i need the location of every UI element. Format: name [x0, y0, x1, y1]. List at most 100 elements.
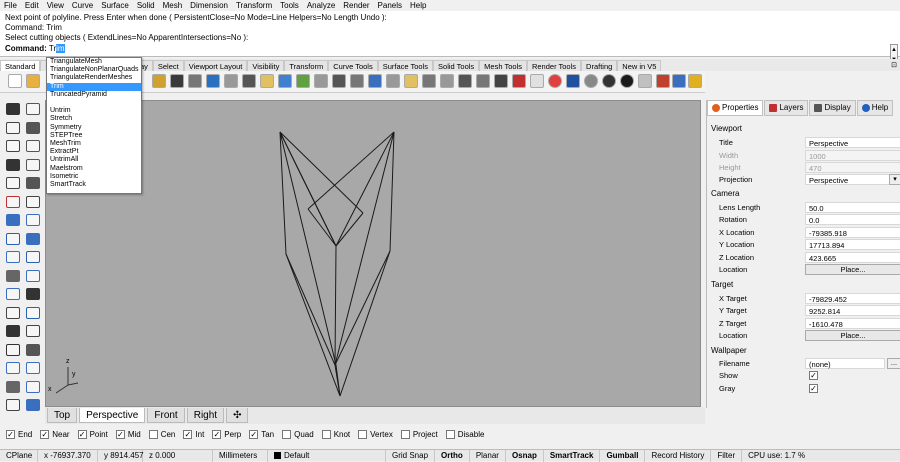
osnap-checkbox[interactable] [445, 429, 455, 439]
extrude-icon[interactable] [26, 214, 40, 226]
osnap-checkbox[interactable] [358, 429, 368, 439]
osnap-checkbox[interactable] [148, 429, 158, 439]
surface-icon[interactable] [6, 232, 20, 245]
tab-standard[interactable]: Standard [0, 60, 41, 71]
y-location-field[interactable]: 17713.894 [805, 239, 900, 250]
properties-icon[interactable] [350, 74, 364, 88]
gray-checkbox[interactable]: ✓ [809, 384, 818, 393]
y-target-field[interactable]: 9252.814 [805, 305, 900, 316]
osnap-checkbox[interactable]: ✓ [40, 429, 50, 439]
menu-item-mesh[interactable]: Mesh [159, 0, 187, 11]
autocomplete-item[interactable]: TriangulateRenderMeshes [47, 74, 141, 82]
rotate-view-icon[interactable] [188, 74, 202, 88]
tab-render-tools[interactable]: Render Tools [526, 60, 582, 71]
gumball-toggle[interactable]: Gumball [600, 449, 646, 462]
light-icon[interactable] [638, 74, 652, 88]
select-icon[interactable] [296, 74, 310, 88]
autocomplete-item[interactable]: Symmetry [47, 124, 141, 132]
rendered-icon[interactable] [530, 74, 544, 88]
material-icon[interactable] [566, 74, 580, 88]
tab-properties[interactable]: Properties [707, 100, 764, 116]
history-icon[interactable] [6, 399, 20, 411]
zoom-icon[interactable] [206, 74, 220, 88]
tab-visibility[interactable]: Visibility [247, 60, 285, 71]
zoom-in-icon[interactable] [422, 74, 436, 88]
tab-transform[interactable]: Transform [284, 60, 329, 71]
menu-item-edit[interactable]: Edit [21, 0, 43, 11]
split-icon[interactable] [26, 288, 40, 300]
osnap-tan[interactable]: ✓ Tan [249, 429, 274, 439]
zoom-window-icon[interactable] [224, 74, 238, 88]
osnap-disable[interactable]: Disable [445, 429, 484, 439]
osnap-quad[interactable]: Quad [282, 429, 314, 439]
planar-toggle[interactable]: Planar [470, 449, 506, 462]
projection-select[interactable]: Perspective [805, 174, 900, 185]
array-icon[interactable] [26, 343, 40, 356]
tab-viewport-layout[interactable]: Viewport Layout [183, 60, 248, 71]
osnap-checkbox[interactable] [282, 429, 292, 439]
tab-new-in-v5[interactable]: New in V5 [617, 60, 662, 71]
perspective-viewport[interactable]: z y x [45, 100, 701, 407]
autocomplete-item[interactable]: STEPTree [47, 132, 141, 140]
menu-item-panels[interactable]: Panels [374, 0, 406, 11]
grid-icon[interactable] [314, 74, 328, 88]
analyze-icon[interactable] [6, 380, 20, 393]
teapot-icon[interactable] [672, 74, 686, 88]
named-views-icon[interactable] [476, 74, 490, 88]
rotate-icon[interactable] [386, 74, 400, 88]
tab-viewport-right[interactable]: Right [186, 408, 225, 423]
text-icon[interactable] [6, 325, 20, 337]
tab-layers[interactable]: Layers [764, 100, 809, 116]
target-place-button[interactable]: Place... [805, 330, 900, 341]
add-viewport-icon[interactable]: ✣ [226, 408, 249, 423]
rotation-field[interactable]: 0.0 [805, 214, 900, 225]
zoom-selected-icon[interactable] [260, 74, 274, 88]
x-target-field[interactable]: -79829.452 [805, 293, 900, 304]
filename-field[interactable]: (none) [805, 358, 885, 369]
rectangle-icon[interactable] [6, 158, 20, 171]
osnap-checkbox[interactable]: ✓ [183, 429, 193, 439]
show-checkbox[interactable]: ✓ [809, 371, 818, 380]
color-wheel-icon[interactable] [548, 74, 562, 88]
tab-display[interactable]: Display [809, 100, 856, 116]
trim-icon[interactable] [6, 306, 20, 319]
arc-icon[interactable] [26, 140, 40, 152]
open-folder-icon[interactable] [26, 74, 40, 88]
menu-item-surface[interactable]: Surface [97, 0, 133, 11]
black-sphere-icon[interactable] [620, 74, 634, 88]
title-field[interactable]: Perspective [805, 137, 900, 148]
transform-icon[interactable] [6, 343, 20, 356]
osnap-checkbox[interactable]: ✓ [115, 429, 125, 439]
status-layer[interactable]: Default [268, 449, 386, 462]
tab-help[interactable]: Help [856, 100, 894, 116]
four-views-icon[interactable] [278, 74, 292, 88]
box-icon[interactable] [6, 214, 20, 226]
osnap-end[interactable]: ✓ End [6, 429, 32, 439]
render-icon[interactable] [26, 380, 40, 393]
dimension-icon[interactable] [26, 325, 40, 337]
osnap-mid[interactable]: ✓ Mid [115, 429, 141, 439]
dark-sphere-icon[interactable] [602, 74, 616, 88]
tab-mesh-tools[interactable]: Mesh Tools [479, 60, 527, 71]
menu-item-analyze[interactable]: Analyze [303, 0, 339, 11]
osnap-perp[interactable]: ✓ Perp [212, 429, 241, 439]
revolve-icon[interactable] [26, 251, 40, 263]
solid-icon[interactable] [26, 269, 40, 282]
z-location-field[interactable]: 423.665 [805, 252, 900, 263]
zoom-out-icon[interactable] [440, 74, 454, 88]
lens-length-field[interactable]: 50.0 [805, 202, 900, 213]
tab-curve-tools[interactable]: Curve Tools [328, 60, 378, 71]
menu-item-render[interactable]: Render [339, 0, 373, 11]
osnap-checkbox[interactable] [321, 429, 331, 439]
offset-icon[interactable] [6, 195, 20, 208]
fillet-icon[interactable] [26, 195, 40, 208]
line-icon[interactable] [26, 121, 40, 134]
osnap-int[interactable]: ✓ Int [183, 429, 204, 439]
autocomplete-item[interactable]: TruncatedPyramid [47, 91, 141, 99]
filter-toggle[interactable]: Filter [711, 449, 743, 462]
point-icon[interactable] [26, 103, 40, 115]
osnap-checkbox[interactable]: ✓ [77, 429, 87, 439]
z-target-field[interactable]: -1610.478 [805, 318, 900, 329]
circle-icon[interactable] [6, 140, 20, 152]
layer-icon[interactable] [332, 74, 346, 88]
